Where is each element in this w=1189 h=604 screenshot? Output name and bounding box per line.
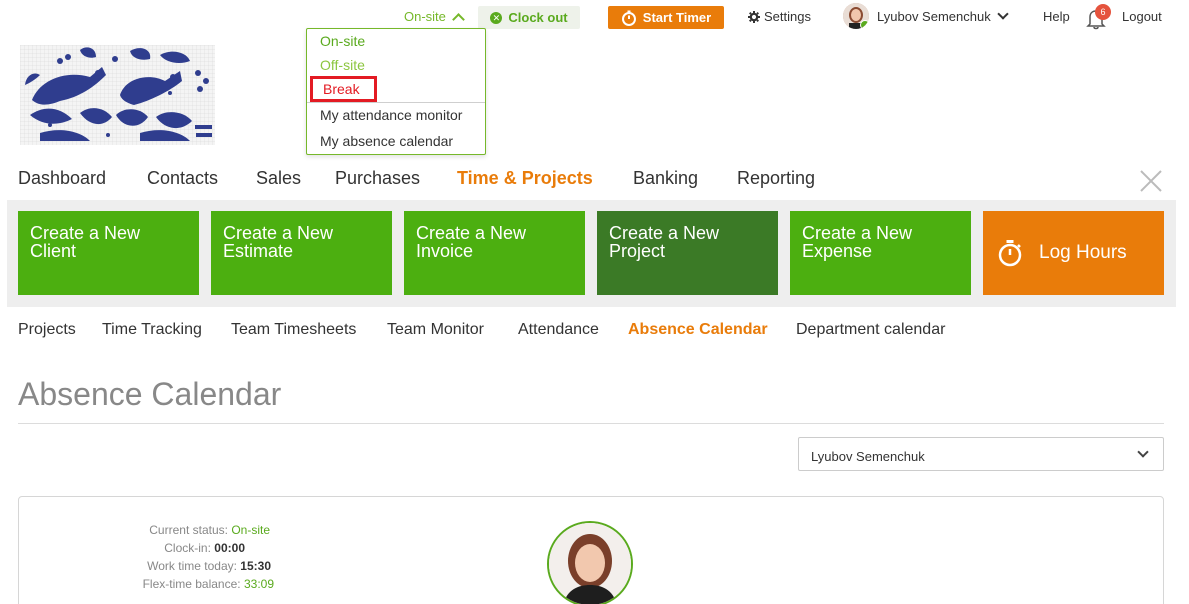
avatar <box>843 3 869 29</box>
subnav-time-tracking[interactable]: Time Tracking <box>102 321 202 339</box>
menu-item-attendance-monitor[interactable]: My attendance monitor <box>320 107 462 123</box>
chevron-down-icon <box>997 8 1009 20</box>
work-time-row: Work time today: 15:30 <box>11 559 271 573</box>
online-status-dot <box>860 20 869 29</box>
avatar <box>547 521 633 604</box>
settings-link[interactable]: Settings <box>748 9 811 24</box>
nav-purchases[interactable]: Purchases <box>335 168 420 189</box>
create-project-button[interactable]: Create a New Project <box>597 211 778 295</box>
current-status-row: Current status: On-site <box>10 523 270 537</box>
log-hours-button[interactable]: Log Hours <box>983 211 1164 295</box>
flex-time-row: Flex-time balance: 33:09 <box>14 577 274 591</box>
company-logo[interactable] <box>20 45 215 145</box>
attendance-status-toggle[interactable]: On-site <box>404 9 465 26</box>
notification-badge: 6 <box>1095 4 1111 20</box>
chevron-down-icon <box>1137 446 1149 458</box>
close-icon[interactable] <box>1139 169 1163 193</box>
create-client-button[interactable]: Create a New Client <box>18 211 199 295</box>
current-status-value: On-site <box>231 523 270 537</box>
logout-link[interactable]: Logout <box>1122 9 1162 24</box>
attendance-status-label: On-site <box>404 9 446 24</box>
settings-label: Settings <box>764 9 811 24</box>
flex-time-value: 33:09 <box>243 577 274 591</box>
menu-divider <box>307 102 485 103</box>
attendance-status-menu: On-site Off-site Break My attendance mon… <box>306 28 486 155</box>
menu-item-absence-calendar[interactable]: My absence calendar <box>320 133 453 149</box>
menu-item-break[interactable]: Break <box>310 76 377 102</box>
embroidery-birds-logo-icon <box>20 45 215 145</box>
nav-dashboard[interactable]: Dashboard <box>18 168 106 189</box>
close-circle-icon: ✕ <box>490 11 503 24</box>
nav-contacts[interactable]: Contacts <box>147 168 218 189</box>
user-menu[interactable]: Lyubov Semenchuk <box>843 3 1009 29</box>
stopwatch-icon <box>998 240 1022 267</box>
clock-in-label: Clock-in: <box>164 541 211 555</box>
create-expense-button[interactable]: Create a New Expense <box>790 211 971 295</box>
start-timer-button[interactable]: Start Timer <box>608 6 724 29</box>
employee-select[interactable]: Lyubov Semenchuk <box>798 437 1164 471</box>
nav-time-projects[interactable]: Time & Projects <box>457 168 593 189</box>
top-bar: On-site ✕ Clock out Start Timer Settings <box>0 0 1189 36</box>
clock-in-row: Clock-in: 00:00 <box>0 541 245 555</box>
nav-banking[interactable]: Banking <box>633 168 698 189</box>
log-hours-label: Log Hours <box>1039 242 1127 263</box>
subnav-department-calendar[interactable]: Department calendar <box>796 321 945 339</box>
subnav-team-timesheets[interactable]: Team Timesheets <box>231 321 356 339</box>
flex-time-label: Flex-time balance: <box>142 577 241 591</box>
subnav-attendance[interactable]: Attendance <box>518 321 599 339</box>
notifications-button[interactable]: 6 <box>1086 4 1111 30</box>
nav-sales[interactable]: Sales <box>256 168 301 189</box>
clock-out-label: Clock out <box>508 10 568 25</box>
menu-item-on-site[interactable]: On-site <box>320 33 365 49</box>
work-time-label: Work time today: <box>147 559 237 573</box>
clock-in-value: 00:00 <box>214 541 245 555</box>
user-photo-icon <box>549 523 631 604</box>
work-time-value: 15:30 <box>240 559 271 573</box>
subnav-team-monitor[interactable]: Team Monitor <box>387 321 484 339</box>
employee-select-value: Lyubov Semenchuk <box>811 449 925 464</box>
user-name: Lyubov Semenchuk <box>877 8 991 24</box>
subnav-projects[interactable]: Projects <box>18 321 76 339</box>
title-divider <box>18 423 1164 424</box>
chevron-up-icon <box>452 12 465 26</box>
create-invoice-button[interactable]: Create a New Invoice <box>404 211 585 295</box>
help-link[interactable]: Help <box>1043 9 1070 24</box>
gear-icon <box>748 10 760 23</box>
nav-reporting[interactable]: Reporting <box>737 168 815 189</box>
start-timer-label: Start Timer <box>642 10 712 25</box>
current-status-label: Current status: <box>149 523 228 537</box>
subnav-absence-calendar[interactable]: Absence Calendar <box>628 321 768 339</box>
stopwatch-icon <box>621 10 636 26</box>
create-estimate-button[interactable]: Create a New Estimate <box>211 211 392 295</box>
page-title: Absence Calendar <box>18 376 282 412</box>
menu-item-off-site[interactable]: Off-site <box>320 57 365 73</box>
clock-out-button[interactable]: ✕ Clock out <box>478 6 580 29</box>
